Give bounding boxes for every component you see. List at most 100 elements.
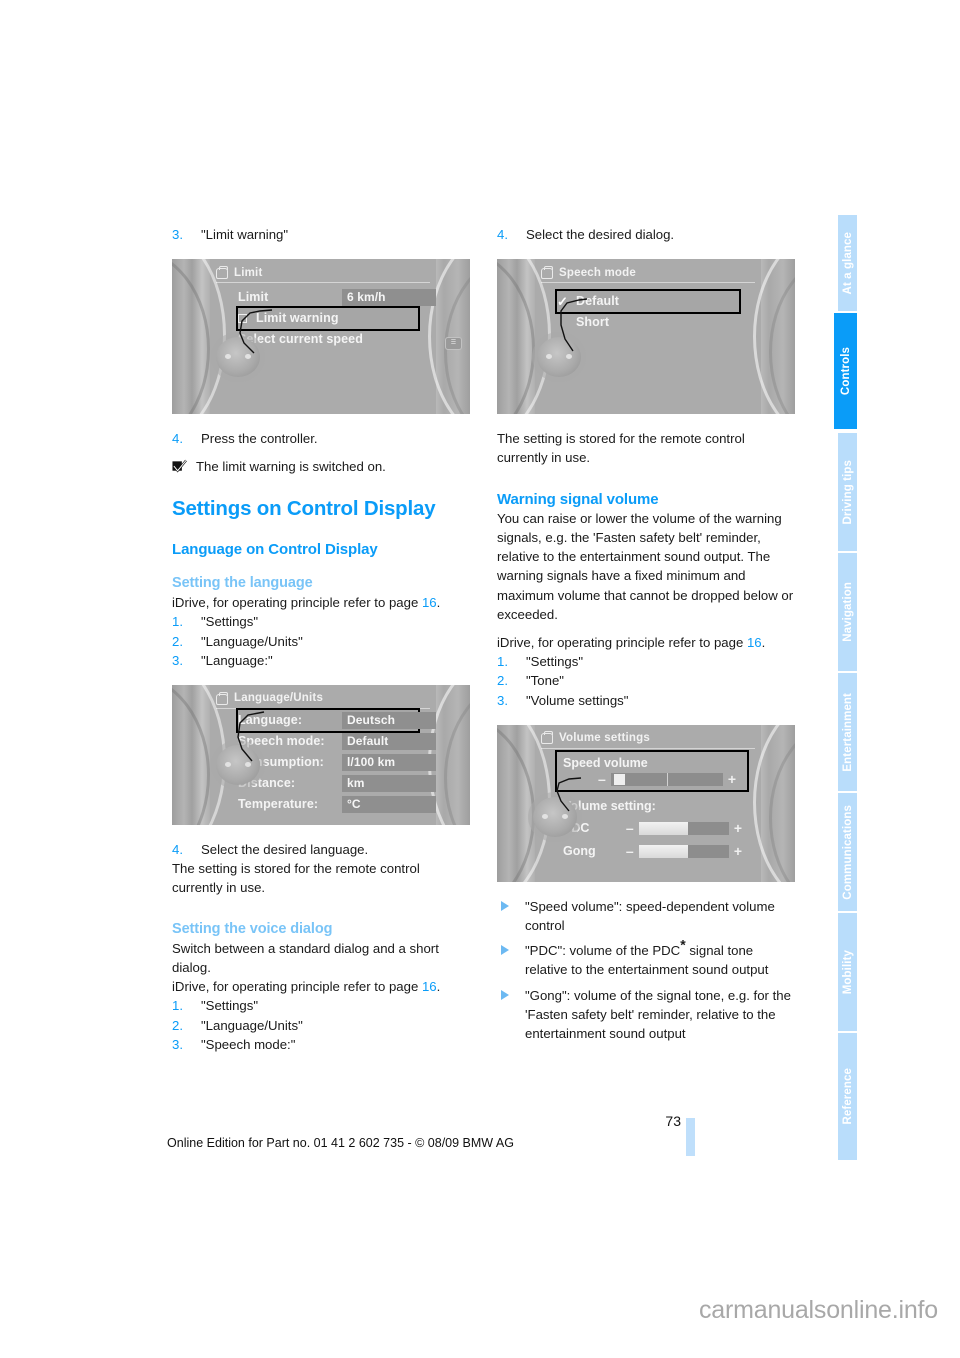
confirmation-note: The limit warning is switched on. <box>172 457 470 476</box>
list-item: 1. "Settings" <box>172 996 470 1015</box>
sidebar-tab-reference[interactable]: Reference <box>838 1031 857 1160</box>
step-number: 4. <box>172 431 183 447</box>
sidebar-tab-label: Navigation <box>841 582 854 642</box>
list-item: "Gong": volume of the signal tone, e.g. … <box>497 986 795 1044</box>
step-text: Select the desired language. <box>201 842 369 858</box>
page-reference-link[interactable]: 16 <box>422 979 437 994</box>
step-number: 4. <box>172 842 183 858</box>
step-text: "Language/Units" <box>201 633 303 649</box>
step-number: 2. <box>497 673 508 689</box>
list-item: 3. "Language:" <box>172 651 470 670</box>
sidebar-tab-navigation[interactable]: Navigation <box>838 551 857 671</box>
figure-side-button[interactable]: ☰ <box>445 337 462 351</box>
sidebar-tab-at-a-glance[interactable]: At a glance <box>838 213 857 311</box>
step-number: 2. <box>172 633 183 649</box>
page-reference-link[interactable]: 16 <box>422 595 437 610</box>
heading-setting-the-language: Setting the language <box>172 575 313 592</box>
step-number: 3. <box>172 227 183 242</box>
page-number: 73 <box>665 1113 681 1129</box>
list-item: "Speed volume": speed-dependent volume c… <box>497 897 795 935</box>
list-item: 4. Select the desired dialog. <box>497 225 795 244</box>
idrive-reference-line-2: iDrive, for operating principle refer to… <box>172 977 470 996</box>
sidebar-tab-label: Controls <box>839 346 852 396</box>
leader-line-svg <box>237 711 265 762</box>
sidebar-tab-driving-tips[interactable]: Driving tips <box>838 431 857 551</box>
triangle-bullet-icon <box>501 945 509 956</box>
page-reference-link[interactable]: 16 <box>747 635 762 650</box>
step-text: "Speech mode:" <box>201 1036 296 1052</box>
voice-dialog-intro: Switch between a standard dialog and a s… <box>172 940 439 976</box>
sidebar-tab-communications[interactable]: Communications <box>838 791 857 911</box>
sidebar-tab-label: Mobility <box>841 949 854 995</box>
note-text: The limit warning is switched on. <box>196 459 386 475</box>
heading-setting-the-voice-dialog: Setting the voice dialog <box>172 920 333 937</box>
step-number: 1. <box>172 998 183 1014</box>
step-number: 1. <box>497 654 508 670</box>
step-text: "Language/Units" <box>201 1017 303 1033</box>
figure-limit-screen: Limit Limit 6 km/h Limit warning Select … <box>172 259 470 415</box>
list-item: "PDC": volume of the PDC* signal tone re… <box>497 938 795 979</box>
step-list-select-language: 4. Select the desired language. <box>172 840 470 859</box>
stored-note-right: The setting is stored for the remote con… <box>497 431 745 466</box>
list-item: 1. "Settings" <box>172 612 470 631</box>
step-number: 3. <box>172 652 183 668</box>
step-list-language: 1. "Settings" 2. "Language/Units" 3. "La… <box>172 612 470 670</box>
step-text: Press the controller. <box>201 431 318 447</box>
page-title: Settings on Control Display <box>172 496 436 520</box>
step-text: "Language:" <box>201 652 273 668</box>
leader-line-svg <box>560 298 588 352</box>
sidebar-tab-entertainment[interactable]: Entertainment <box>838 671 857 791</box>
ref-text-after: . <box>436 979 441 995</box>
list-item: 4. Press the controller. <box>172 429 470 448</box>
sidebar-tab-controls[interactable]: Controls <box>834 311 857 431</box>
stored-note-left: The setting is stored for the remote con… <box>172 861 420 896</box>
step-list-voice-dialog: 1. "Settings" 2. "Language/Units" 3. "Sp… <box>172 996 470 1054</box>
step-list-press-controller: 4. Press the controller. <box>172 429 470 448</box>
ref-text-before: iDrive, for operating principle refer to… <box>497 635 747 651</box>
list-item: 2. "Language/Units" <box>172 1016 470 1035</box>
figure-volume-settings-screen: Volume settings Speed volume – + Volume … <box>497 724 795 882</box>
sidebar-tab-label: Driving tips <box>841 459 854 525</box>
subsection-title-language: Language on Control Display <box>172 540 378 558</box>
site-watermark: carmanualsonline.info <box>698 1296 938 1324</box>
sidebar-tab-label: Reference <box>841 1068 854 1125</box>
step-number: 3. <box>497 692 508 708</box>
sidebar-tab-label: Entertainment <box>841 692 854 772</box>
bullet-text: "Gong": volume of the signal tone, e.g. … <box>525 987 791 1042</box>
step-text: "Limit warning" <box>201 227 289 242</box>
idrive-reference-line-3: iDrive, for operating principle refer to… <box>497 633 795 652</box>
list-item: 4. Select the desired language. <box>172 840 470 859</box>
triangle-bullet-icon <box>501 989 509 1000</box>
ref-text-after: . <box>436 595 441 611</box>
sidebar-tab-mobility[interactable]: Mobility <box>838 911 857 1031</box>
list-item: 2. "Language/Units" <box>172 632 470 651</box>
manual-page: At a glance Controls Driving tips Naviga… <box>0 0 960 1358</box>
step-number: 4. <box>497 227 508 242</box>
list-item: 3. "Volume settings" <box>497 691 795 710</box>
step-number: 2. <box>172 1017 183 1033</box>
right-content-column: 4. Select the desired dialog. Speech mod… <box>497 225 795 1049</box>
step-list-limit-warning: 3. "Limit warning" <box>172 225 470 244</box>
leader-line-svg <box>239 309 273 354</box>
check-square-icon <box>172 460 187 473</box>
triangle-bullet-icon <box>501 900 509 911</box>
step-text: "Settings" <box>201 998 259 1014</box>
figure-speech-mode-screen: Speech mode ✓ Default Short <box>497 259 795 415</box>
step-number: 3. <box>172 1036 183 1052</box>
list-item: 2. "Tone" <box>497 671 795 690</box>
step-text: "Volume settings" <box>526 692 629 708</box>
ref-text-before: iDrive, for operating principle refer to… <box>172 595 422 611</box>
ref-text-before: iDrive, for operating principle refer to… <box>172 979 422 995</box>
step-list-select-dialog: 4. Select the desired dialog. <box>497 225 795 244</box>
list-item: 3. "Limit warning" <box>172 225 470 244</box>
step-text: "Settings" <box>201 614 259 630</box>
warning-volume-paragraph: You can raise or lower the volume of the… <box>497 510 794 622</box>
figure-language-units-screen: Language/Units Language: Deutsch Speech … <box>172 685 470 826</box>
leader-line-svg <box>556 777 582 812</box>
footer-accent-bar <box>686 1118 695 1156</box>
bullet-text: "Speed volume": speed-dependent volume c… <box>525 898 775 934</box>
left-content-column: 3. "Limit warning" Limit Limit 6 km/h Li… <box>172 225 470 1054</box>
sidebar-tab-label: At a glance <box>841 231 854 295</box>
list-item: 1. "Settings" <box>497 652 795 671</box>
bullet-text-part1: "PDC": volume of the PDC <box>525 943 681 959</box>
